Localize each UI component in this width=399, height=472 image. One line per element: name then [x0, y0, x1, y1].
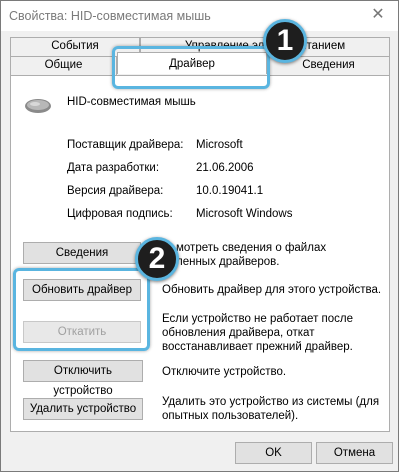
driver-date-label: Дата разработки: [67, 162, 160, 174]
driver-provider-label: Поставщик драйвера: [67, 139, 184, 151]
digital-signer-label: Цифровая подпись: [67, 208, 173, 220]
driver-version-label: Версия драйвера: [67, 185, 164, 197]
driver-version-value: 10.0.19041.1 [196, 185, 264, 197]
close-icon[interactable]: ✕ [370, 7, 386, 23]
tab-general[interactable]: Общие [10, 56, 117, 75]
uninstall-device-button[interactable]: Удалить устройство [23, 398, 143, 420]
update-description: Обновить драйвер для этого устройства. [162, 284, 382, 296]
buttons-highlight [13, 268, 150, 351]
digital-signer-value: Microsoft Windows [196, 208, 293, 220]
step-badge-2: 2 [135, 237, 179, 281]
mouse-icon [25, 99, 51, 113]
tab-driver[interactable]: Драйвер [117, 52, 267, 74]
disable-device-button[interactable]: Отключить устройство [23, 360, 143, 397]
driver-panel: HID-совместимая мышь Поставщик драйвера:… [10, 75, 390, 432]
disable-description: Отключите устройство. [162, 366, 287, 378]
rollback-description: Если устройство не работает после обновл… [162, 313, 354, 353]
device-name: HID-совместимая мышь [67, 96, 196, 108]
ok-button[interactable]: OK [235, 442, 312, 464]
driver-date-value: 21.06.2006 [196, 162, 254, 174]
tab-strip: События Управление электропитанием Общие… [10, 37, 390, 75]
driver-provider-value: Microsoft [196, 139, 243, 151]
uninstall-description: Удалить это устройство из системы (для о… [162, 396, 380, 422]
properties-dialog: Свойства: HID-совместимая мышь ✕ События… [0, 0, 399, 472]
window-title: Свойства: HID-совместимая мышь [9, 9, 211, 23]
step-badge-1: 1 [263, 19, 307, 63]
details-description: мотреть сведения о файлах ленных драйвер… [176, 242, 327, 268]
cancel-button[interactable]: Отмена [316, 442, 393, 464]
title-bar: Свойства: HID-совместимая мышь ✕ [1, 1, 398, 31]
driver-details-button[interactable]: Сведения [23, 242, 141, 264]
